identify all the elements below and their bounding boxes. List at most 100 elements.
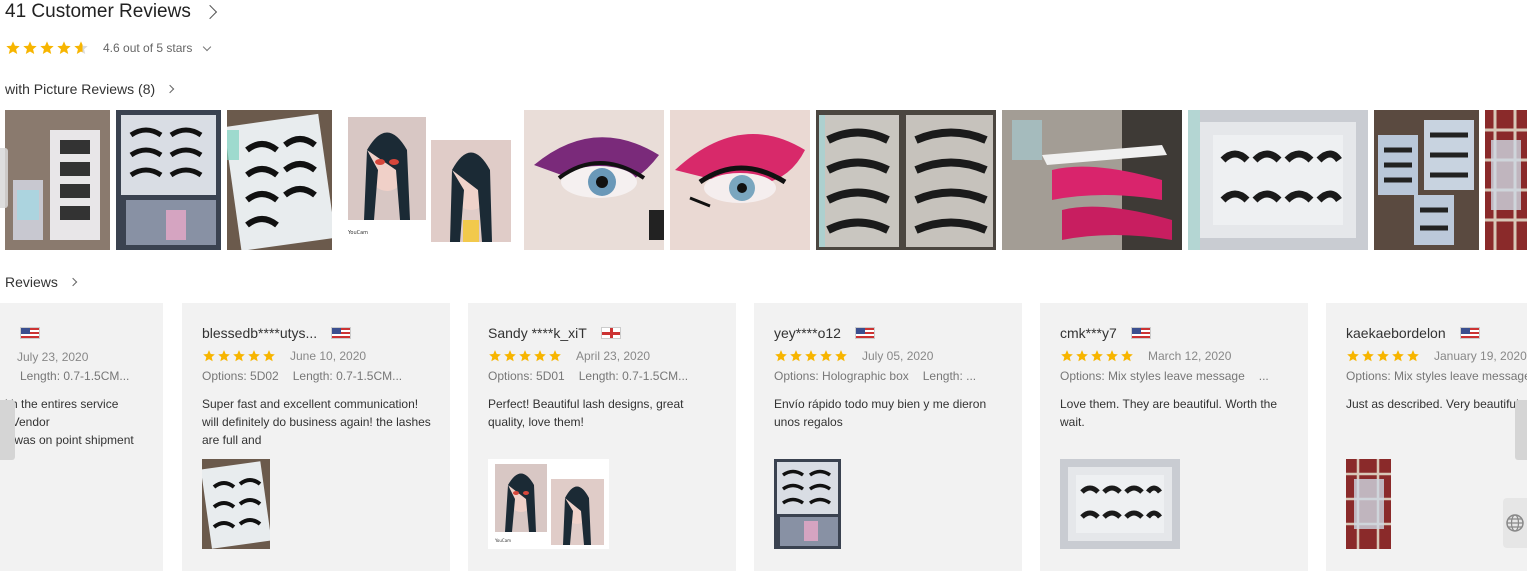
review-option: Options: 5D02	[202, 369, 279, 383]
review-text: Just as described. Very beautiful	[1346, 397, 1519, 411]
review-stars	[202, 349, 276, 363]
review-date: January 19, 2020	[1434, 349, 1527, 363]
picture-reviews-link[interactable]: with Picture Reviews (8)	[5, 81, 175, 97]
review-date: July 05, 2020	[862, 349, 934, 363]
reviews-link[interactable]: Reviews	[5, 274, 78, 290]
makeup-selfie-photo: YouCam	[488, 459, 609, 549]
review-option: Options: Holographic box	[774, 369, 909, 383]
star-icon	[248, 350, 260, 362]
review-stars	[774, 349, 848, 363]
reviewer-name: blessedb****utys...	[202, 325, 318, 341]
star-icon	[534, 350, 546, 362]
chevron-right-icon	[68, 277, 78, 287]
review-thumbnail[interactable]	[116, 110, 221, 250]
rating-summary[interactable]: 4.6 out of 5 stars	[5, 40, 212, 56]
chevron-right-icon	[165, 84, 175, 94]
reviewer: blessedb****utys...	[202, 325, 352, 341]
picture-reviews-label: with Picture Reviews (8)	[5, 81, 156, 97]
review-photo[interactable]	[1060, 459, 1180, 549]
review-thumbnail[interactable]	[1002, 110, 1182, 250]
review-option: Length: ...	[922, 369, 977, 383]
review-options: Options: Holographic box Length: ...	[774, 369, 1006, 383]
review-text: Super fast and excellent communication! …	[202, 397, 431, 447]
review-option: ...	[1258, 369, 1269, 383]
reviews-scroll-left-button[interactable]	[0, 400, 15, 460]
review-thumbnail[interactable]	[670, 110, 810, 250]
star-icon	[1061, 350, 1073, 362]
review-option: Options: Mix styles leave message	[1060, 369, 1245, 383]
us-flag-icon	[854, 327, 875, 339]
lash-cases-photo	[816, 110, 996, 250]
review-thumbnail[interactable]	[227, 110, 332, 250]
star-icon	[790, 350, 802, 362]
review-date: March 12, 2020	[1148, 349, 1232, 363]
review-option: Length: 0.7-1.5CM...	[578, 369, 689, 383]
strip-scroll-left-button[interactable]	[0, 148, 8, 208]
reviewer-name: yey****o12	[774, 325, 841, 341]
thumbnail-caption: YouCam	[347, 230, 368, 236]
review-option: Options: Mix styles leave message	[1346, 369, 1527, 383]
lash-pairs-photo	[227, 110, 332, 250]
review-card[interactable]: blessedb****utys... June 10, 2020 Option…	[182, 303, 450, 571]
review-photo[interactable]	[774, 459, 841, 549]
review-photo[interactable]: YouCam	[488, 459, 609, 549]
star-icon	[1362, 350, 1374, 362]
review-stars	[1346, 349, 1420, 363]
review-thumbnail[interactable]	[816, 110, 996, 250]
review-meta: June 10, 2020	[202, 349, 366, 363]
review-card[interactable]: cmk***y7 March 12, 2020 Options: Mix sty…	[1040, 303, 1308, 571]
language-button[interactable]	[1503, 498, 1527, 548]
purple-eye-makeup-photo	[524, 110, 664, 250]
star-icon	[805, 350, 817, 362]
star-icon	[820, 350, 832, 362]
customer-reviews-title-text: 41 Customer Reviews	[5, 1, 191, 22]
us-flag-icon	[20, 327, 40, 339]
plaid-lash-photo	[1346, 459, 1391, 549]
review-photo[interactable]	[202, 459, 270, 549]
review-thumbnail[interactable]	[5, 110, 110, 250]
reviews-label: Reviews	[5, 274, 58, 290]
star-icon	[1377, 350, 1389, 362]
review-thumbnail[interactable]	[1188, 110, 1368, 250]
holographic-lash-box-photo	[1188, 110, 1368, 250]
star-icon	[233, 350, 245, 362]
review-photo[interactable]	[1346, 459, 1391, 549]
lash-boxes-photo	[5, 110, 110, 250]
lash-tray-photo	[116, 110, 221, 250]
review-thumbnail[interactable]	[524, 110, 664, 250]
review-thumbnail[interactable]: YouCam	[338, 110, 518, 250]
reviewer: cmk***y7	[1060, 325, 1151, 341]
customer-reviews-title[interactable]: 41 Customer Reviews	[5, 1, 217, 23]
review-text: ith the entires service : Vendor s was o…	[5, 395, 134, 449]
review-card[interactable]: yey****o12 July 05, 2020 Options: Hologr…	[754, 303, 1022, 571]
review-meta: July 05, 2020	[774, 349, 933, 363]
review-card-partial[interactable]: July 23, 2020 Length: 0.7-1.5CM... ith t…	[0, 303, 163, 571]
review-stars	[488, 349, 562, 363]
lash-packs-photo	[1374, 110, 1479, 250]
star-icon	[504, 350, 516, 362]
review-date: April 23, 2020	[576, 349, 651, 363]
review-thumbnail[interactable]	[1374, 110, 1479, 250]
reviews-page: 41 Customer Reviews 4.6 out of 5 stars w…	[0, 0, 1527, 571]
reviewer: kaekaebordelon	[1346, 325, 1480, 341]
review-card[interactable]: kaekaebordelon January 19, 2020 Options:…	[1326, 303, 1527, 571]
star-icon	[40, 41, 54, 54]
star-icon	[549, 350, 561, 362]
review-option: Length: 0.7-1.5CM...	[292, 369, 403, 383]
review-date: June 10, 2020	[290, 349, 367, 363]
review-card[interactable]: Sandy ****k_xiT April 23, 2020 Options: …	[468, 303, 736, 571]
star-icon	[6, 41, 20, 54]
review-text-line: s was on point shipment	[5, 433, 134, 447]
us-flag-icon	[1130, 327, 1151, 339]
star-icon	[263, 350, 275, 362]
rating-stars	[5, 40, 89, 56]
review-options: Options: Mix styles leave message ...	[1060, 369, 1292, 383]
review-option: Options: 5D01	[488, 369, 565, 383]
review-date: July 23, 2020	[17, 350, 89, 364]
us-flag-icon	[1459, 327, 1480, 339]
lash-pairs-photo	[202, 459, 270, 549]
reviews-scroll-right-button[interactable]	[1515, 400, 1527, 460]
reviewer-name: cmk***y7	[1060, 325, 1117, 341]
star-icon	[1106, 350, 1118, 362]
review-thumbnail[interactable]	[1485, 110, 1527, 250]
